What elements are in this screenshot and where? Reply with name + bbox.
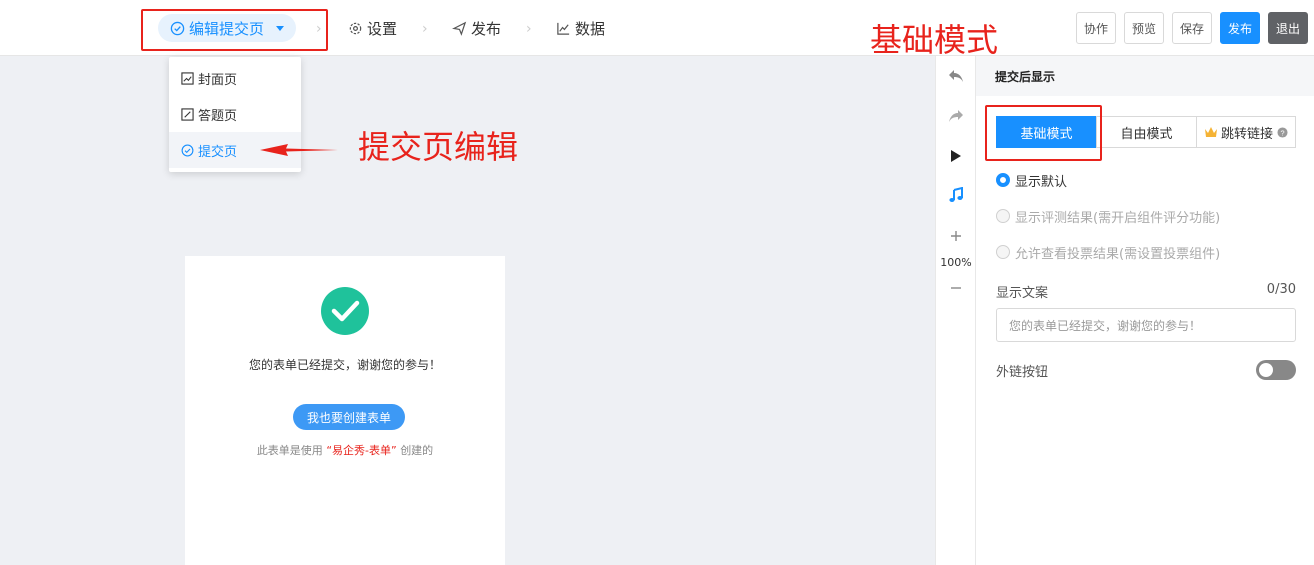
annotation-arrow-left	[260, 144, 338, 156]
play-icon[interactable]	[936, 146, 976, 166]
nav-data-label: 数据	[575, 19, 606, 38]
nav-publish[interactable]: 发布	[452, 0, 501, 56]
submit-page-preview: 您的表单已经提交，谢谢您的参与！ 我也要创建表单 此表单是使用 “易企秀-表单”…	[185, 256, 505, 565]
option-label: 显示默认	[1015, 174, 1068, 190]
powered-by-text: 此表单是使用 “易企秀-表单” 创建的	[185, 442, 505, 458]
option-view-votes[interactable]: 允许查看投票结果(需设置投票组件)	[996, 242, 1220, 262]
toggle-knob	[1259, 363, 1273, 377]
highlight-box	[141, 9, 328, 51]
submit-settings-panel: 提交后显示 基础模式 自由模式 跳转链接 ? 显示默认 显示评测结果(需开启组件…	[976, 56, 1314, 565]
image-icon	[181, 71, 194, 85]
success-check-icon	[321, 287, 369, 335]
zoom-level: 100%	[936, 254, 976, 270]
undo-icon[interactable]	[936, 66, 976, 86]
preview-button[interactable]: 预览	[1124, 12, 1165, 44]
copy-placeholder: 您的表单已经提交，谢谢您的参与！	[1009, 318, 1202, 333]
save-button[interactable]: 保存	[1172, 12, 1213, 44]
copy-text-input[interactable]: 您的表单已经提交，谢谢您的参与！	[996, 308, 1296, 342]
mode-redirect-button[interactable]: 跳转链接 ?	[1196, 116, 1296, 148]
footer-prefix: 此表单是使用	[256, 444, 323, 457]
svg-text:?: ?	[1280, 128, 1284, 137]
mode-redirect-label: 跳转链接	[1220, 126, 1273, 142]
option-label: 允许查看投票结果(需设置投票组件)	[1015, 246, 1221, 262]
radio-checked[interactable]	[996, 173, 1010, 187]
panel-title: 提交后显示	[976, 56, 1314, 96]
chevron-right-icon: ›	[422, 21, 428, 37]
nav-publish-label: 发布	[471, 19, 502, 38]
zoom-out-icon[interactable]	[936, 278, 976, 298]
edit-square-icon	[181, 107, 194, 121]
nav-settings[interactable]: 设置	[348, 0, 397, 56]
link-button-label: 外链按钮	[996, 365, 1049, 380]
collab-button[interactable]: 协作	[1076, 12, 1117, 44]
option-label: 显示评测结果(需开启组件评分功能)	[1015, 210, 1221, 226]
copy-field-label: 显示文案	[996, 286, 1049, 301]
vertical-toolbar: 100%	[935, 56, 976, 565]
success-message: 您的表单已经提交，谢谢您的参与！	[248, 358, 441, 372]
dropdown-item-label: 提交页	[198, 144, 238, 160]
redo-icon[interactable]	[936, 106, 976, 126]
nav-data[interactable]: 数据	[556, 0, 605, 56]
send-icon	[452, 21, 467, 36]
radio-unchecked[interactable]	[996, 245, 1010, 259]
zoom-in-icon[interactable]	[936, 226, 976, 246]
check-circle-icon	[181, 144, 194, 156]
dropdown-item-cover[interactable]: 封面页	[169, 60, 301, 96]
brand-link[interactable]: “易企秀-表单”	[326, 444, 396, 457]
exit-button[interactable]: 退出	[1268, 12, 1309, 44]
create-form-button[interactable]: 我也要创建表单	[293, 404, 405, 430]
zoom-level-label: 100%	[940, 255, 972, 269]
dropdown-item-label: 答题页	[198, 108, 238, 124]
mode-free-button[interactable]: 自由模式	[1096, 116, 1197, 148]
help-icon: ?	[1277, 126, 1288, 138]
music-icon[interactable]	[936, 185, 976, 205]
publish-button[interactable]: 发布	[1220, 12, 1261, 44]
footer-suffix: 创建的	[400, 444, 434, 457]
crown-icon	[1204, 127, 1217, 137]
gear-icon	[349, 22, 362, 34]
dropdown-item-answer[interactable]: 答题页	[169, 96, 301, 132]
option-show-default[interactable]: 显示默认	[996, 170, 1067, 190]
dropdown-item-label: 封面页	[198, 72, 238, 88]
link-button-toggle[interactable]	[1256, 360, 1296, 380]
annotation-submit-edit: 提交页编辑	[358, 128, 519, 166]
highlight-box	[985, 105, 1102, 161]
chevron-right-icon: ›	[526, 21, 532, 37]
radio-unchecked[interactable]	[996, 209, 1010, 223]
copy-char-counter: 0/30	[1266, 282, 1296, 297]
nav-settings-label: 设置	[367, 19, 398, 38]
option-show-results[interactable]: 显示评测结果(需开启组件评分功能)	[996, 206, 1220, 226]
line-chart-icon	[557, 22, 570, 35]
